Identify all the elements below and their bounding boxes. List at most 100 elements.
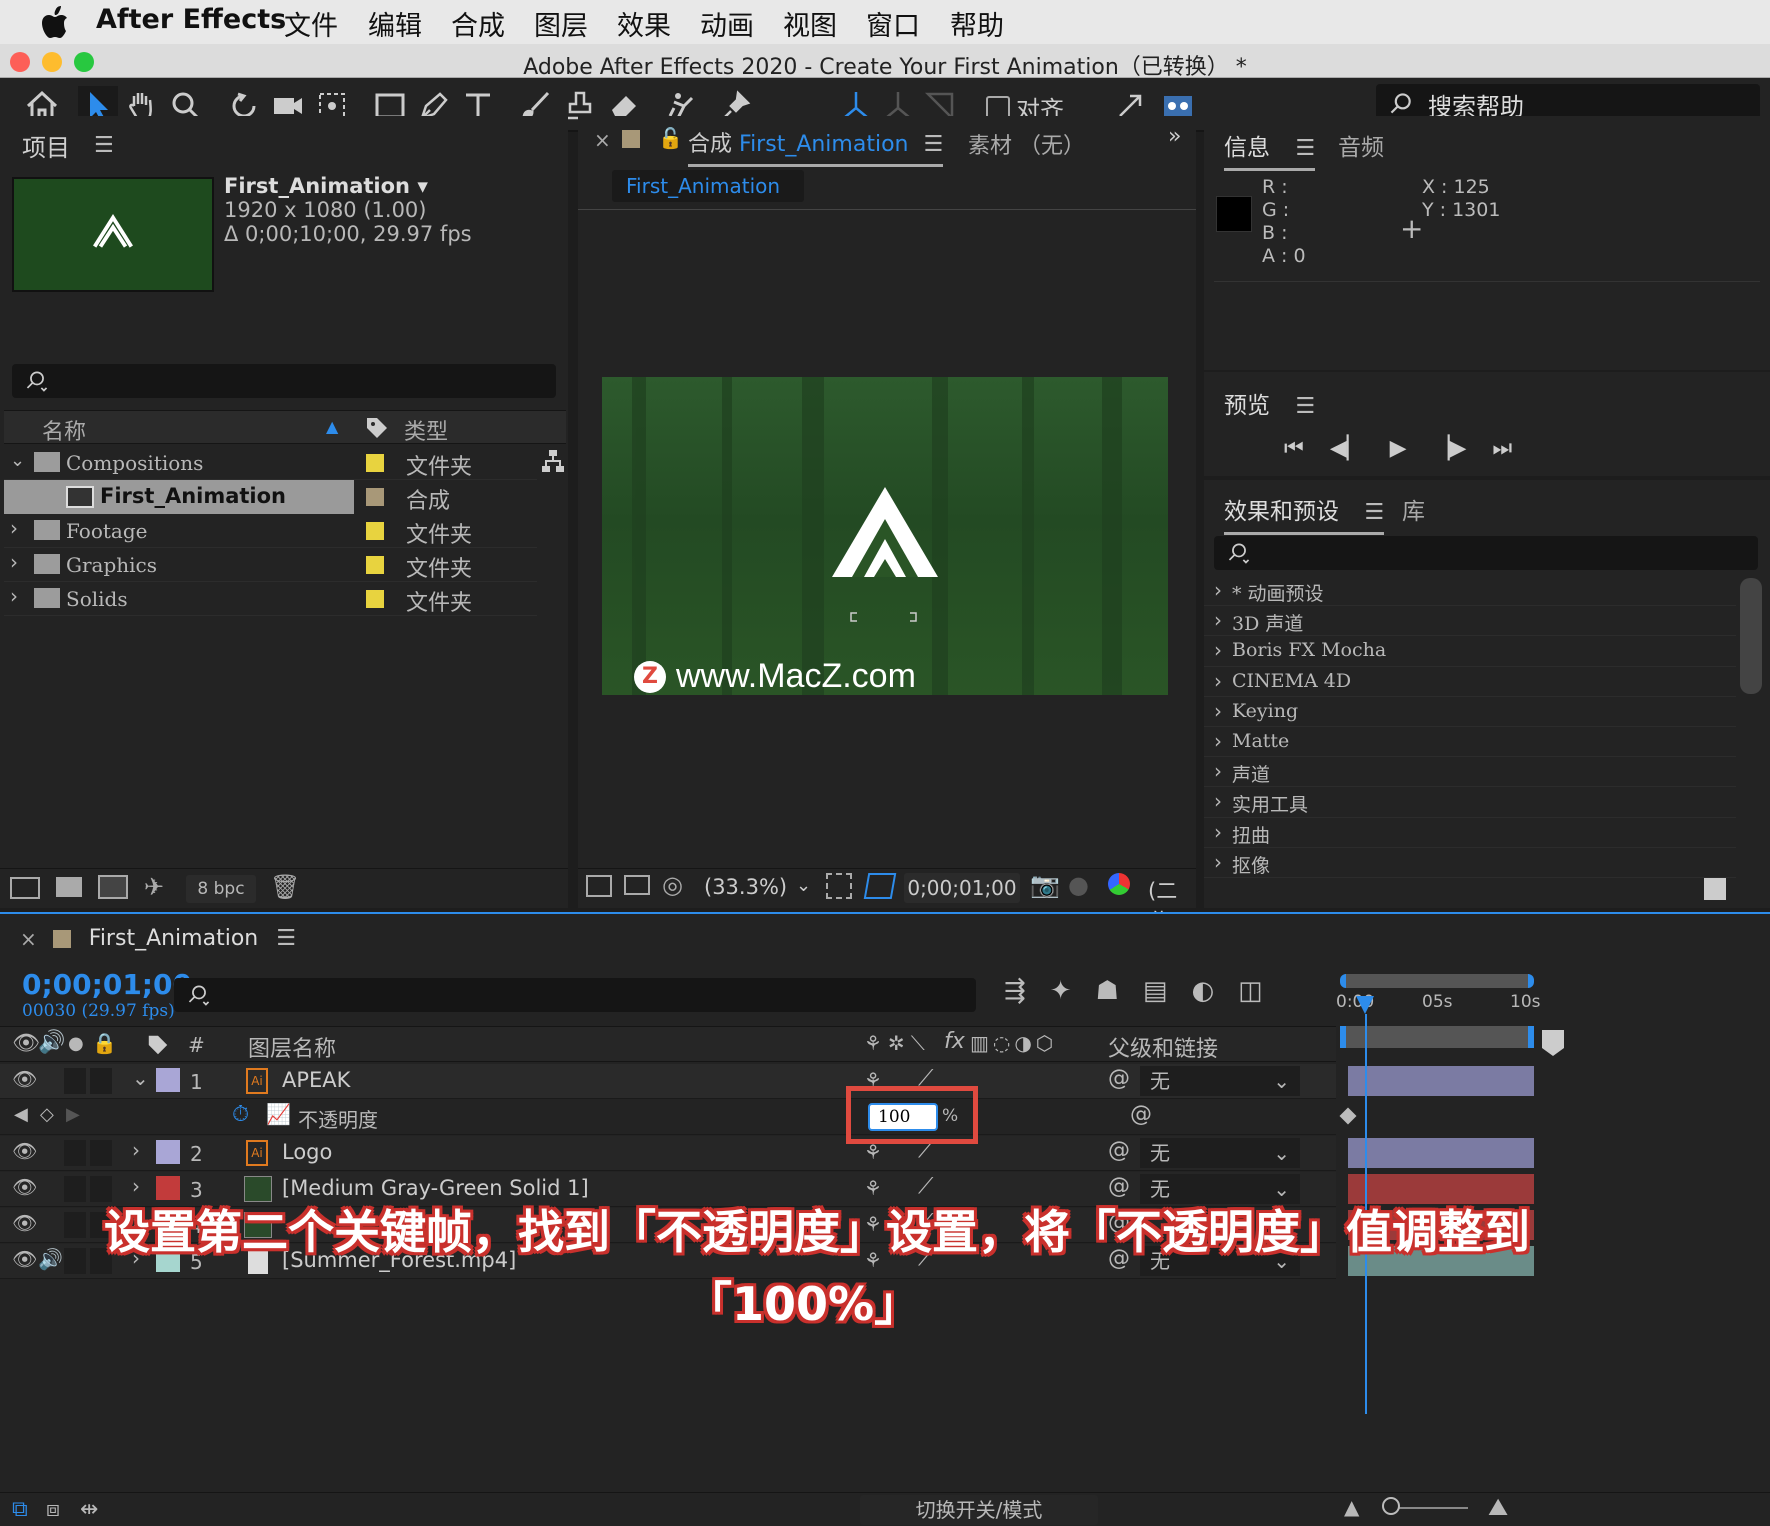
chevron-right-icon[interactable]: › bbox=[1214, 729, 1222, 753]
solo-switch[interactable] bbox=[64, 1068, 86, 1094]
channel-icon[interactable] bbox=[1108, 873, 1130, 895]
solo-icon[interactable]: ● bbox=[68, 1033, 84, 1054]
label-color-swatch[interactable] bbox=[366, 522, 384, 540]
monitor-icon[interactable] bbox=[624, 875, 650, 895]
solo-switch[interactable] bbox=[64, 1248, 86, 1274]
solo-switch[interactable] bbox=[64, 1176, 86, 1202]
chevron-right-icon[interactable]: › bbox=[132, 1138, 140, 1162]
chevron-right-icon[interactable]: › bbox=[1214, 820, 1222, 844]
zoom-slider-thumb[interactable] bbox=[1382, 1497, 1400, 1515]
next-frame-icon[interactable]: ▕▶ bbox=[1433, 436, 1467, 461]
work-area-bar[interactable] bbox=[1340, 974, 1534, 988]
new-composition-icon[interactable] bbox=[98, 875, 128, 899]
effects-category-item[interactable]: › 3D 声道 bbox=[1204, 606, 1736, 637]
col-name-header[interactable]: 名称 bbox=[42, 414, 86, 446]
overflow-tabs-icon[interactable]: » bbox=[1168, 124, 1181, 149]
layer-row[interactable]: 👁 ⌄ 1 Ai APEAK ⚘ ⟋ @ 无 ⌄ bbox=[0, 1064, 1336, 1099]
project-item-solids[interactable]: › Solids 文件夹 bbox=[4, 582, 537, 616]
zoom-level-dropdown[interactable]: (33.3%) bbox=[704, 875, 787, 899]
render-icon[interactable]: ✈ bbox=[144, 873, 164, 901]
sort-ascending-icon[interactable]: ▲ bbox=[326, 417, 338, 436]
current-time-display[interactable]: 0;00;01;00 00030 (29.97 fps) bbox=[22, 968, 192, 1021]
panel-menu-icon[interactable]: ☰ bbox=[94, 133, 114, 158]
chevron-right-icon[interactable]: › bbox=[1214, 759, 1222, 783]
close-tab-icon[interactable]: × bbox=[20, 927, 37, 951]
stopwatch-icon[interactable]: ⏱ bbox=[232, 1102, 249, 1127]
menu-window[interactable]: 窗口 bbox=[866, 4, 920, 43]
layer-label-swatch[interactable] bbox=[156, 1068, 180, 1092]
label-tag-icon[interactable] bbox=[364, 415, 390, 441]
layer-duration-bar[interactable] bbox=[1348, 1138, 1534, 1168]
pickwhip-icon[interactable]: @ bbox=[1108, 1138, 1130, 1163]
menu-help[interactable]: 帮助 bbox=[950, 4, 1004, 43]
chevron-right-icon[interactable]: › bbox=[1214, 578, 1222, 602]
chevron-right-icon[interactable]: › bbox=[1214, 789, 1222, 813]
project-item-first-animation[interactable]: First_Animation 合成 bbox=[4, 480, 537, 514]
mask-visibility-icon[interactable]: ◎ bbox=[662, 871, 683, 899]
apple-icon[interactable] bbox=[40, 4, 70, 40]
effects-category-item[interactable]: › 实用工具 bbox=[1204, 787, 1736, 818]
lock-switch[interactable] bbox=[90, 1140, 112, 1166]
label-color-swatch[interactable] bbox=[366, 488, 384, 506]
menu-layer[interactable]: 图层 bbox=[534, 4, 588, 43]
menu-effect[interactable]: 效果 bbox=[617, 4, 671, 43]
composition-tab[interactable]: 合成 First_Animation ☰ bbox=[688, 126, 944, 167]
graph-icon[interactable]: 📈 bbox=[266, 1102, 291, 1126]
last-frame-icon[interactable]: ⏭ bbox=[1492, 436, 1512, 461]
chevron-right-icon[interactable]: › bbox=[10, 550, 18, 574]
layer-name[interactable]: APEAK bbox=[282, 1068, 350, 1092]
draft-3d-icon[interactable]: ✦ bbox=[1050, 976, 1072, 1006]
first-frame-icon[interactable]: ⏮ bbox=[1284, 436, 1304, 461]
solo-switch[interactable] bbox=[64, 1140, 86, 1166]
label-color-swatch[interactable] bbox=[366, 454, 384, 472]
chevron-down-icon[interactable]: ⌄ bbox=[10, 450, 25, 471]
col-parent-header[interactable]: 父级和链接 bbox=[1108, 1031, 1218, 1063]
zoom-out-icon[interactable]: ▲ bbox=[1344, 1495, 1359, 1519]
menu-view[interactable]: 视图 bbox=[783, 4, 837, 43]
menu-composition[interactable]: 合成 bbox=[451, 4, 505, 43]
chevron-right-icon[interactable]: › bbox=[10, 584, 18, 608]
layer-duration-bar[interactable] bbox=[1348, 1066, 1534, 1096]
panel-menu-icon[interactable]: ☰ bbox=[276, 926, 296, 951]
panel-menu-icon[interactable]: ☰ bbox=[923, 132, 943, 157]
eye-icon[interactable]: 👁 bbox=[12, 1247, 37, 1271]
effects-tab[interactable]: 效果和预设 ☰ bbox=[1224, 492, 1385, 535]
eye-icon[interactable]: 👁 bbox=[12, 1067, 37, 1091]
menu-app-name[interactable]: After Effects bbox=[96, 4, 286, 35]
preview-tab[interactable]: 预览 ☰ bbox=[1224, 386, 1315, 420]
interpret-footage-icon[interactable] bbox=[10, 877, 40, 899]
chevron-down-icon[interactable]: ⌄ bbox=[132, 1066, 149, 1090]
always-preview-icon[interactable] bbox=[586, 875, 612, 897]
label-color-swatch[interactable] bbox=[366, 556, 384, 574]
menu-animation[interactable]: 动画 bbox=[700, 4, 754, 43]
effects-category-item[interactable]: › 声道 bbox=[1204, 757, 1736, 788]
flowchart-icon[interactable] bbox=[540, 448, 566, 474]
audio-icon[interactable]: 🔊 bbox=[38, 1030, 65, 1055]
trash-icon[interactable]: 🗑 bbox=[270, 873, 300, 901]
eye-icon[interactable]: 👁 bbox=[12, 1211, 37, 1235]
transfer-controls-toggle-icon[interactable]: ⧈ bbox=[46, 1497, 60, 1522]
chevron-right-icon[interactable]: › bbox=[10, 516, 18, 540]
effects-category-item[interactable]: › CINEMA 4D bbox=[1204, 667, 1736, 697]
audio-icon[interactable]: 🔊 bbox=[38, 1247, 63, 1271]
project-item-footage[interactable]: › Footage 文件夹 bbox=[4, 514, 537, 548]
label-color-swatch[interactable] bbox=[366, 590, 384, 608]
comp-navigator-tab[interactable]: First_Animation bbox=[612, 170, 804, 202]
pickwhip-icon[interactable]: @ bbox=[1108, 1066, 1130, 1091]
lock-switch[interactable] bbox=[90, 1068, 112, 1094]
col-layer-name-header[interactable]: 图层名称 bbox=[248, 1031, 336, 1063]
toggle-mask-path-icon[interactable] bbox=[863, 873, 897, 899]
panel-menu-icon[interactable]: ☰ bbox=[1364, 500, 1384, 525]
parent-dropdown[interactable]: 无 ⌄ bbox=[1140, 1138, 1300, 1168]
motion-blur-icon[interactable]: ◐ bbox=[1191, 976, 1214, 1006]
eye-icon[interactable]: 👁 bbox=[12, 1031, 40, 1056]
comp-marker-bin-icon[interactable] bbox=[1540, 1028, 1566, 1058]
fx-icon[interactable]: fx bbox=[944, 1029, 965, 1054]
effects-category-item[interactable]: › Boris FX Mocha bbox=[1204, 636, 1736, 667]
audio-tab[interactable]: 音频 bbox=[1338, 128, 1384, 162]
close-tab-icon[interactable]: × bbox=[594, 128, 611, 152]
layer-label-swatch[interactable] bbox=[156, 1140, 180, 1164]
chevron-right-icon[interactable]: › bbox=[1214, 608, 1222, 632]
new-folder-icon[interactable] bbox=[56, 877, 82, 897]
frame-blending-icon[interactable]: ▤ bbox=[1143, 976, 1168, 1006]
